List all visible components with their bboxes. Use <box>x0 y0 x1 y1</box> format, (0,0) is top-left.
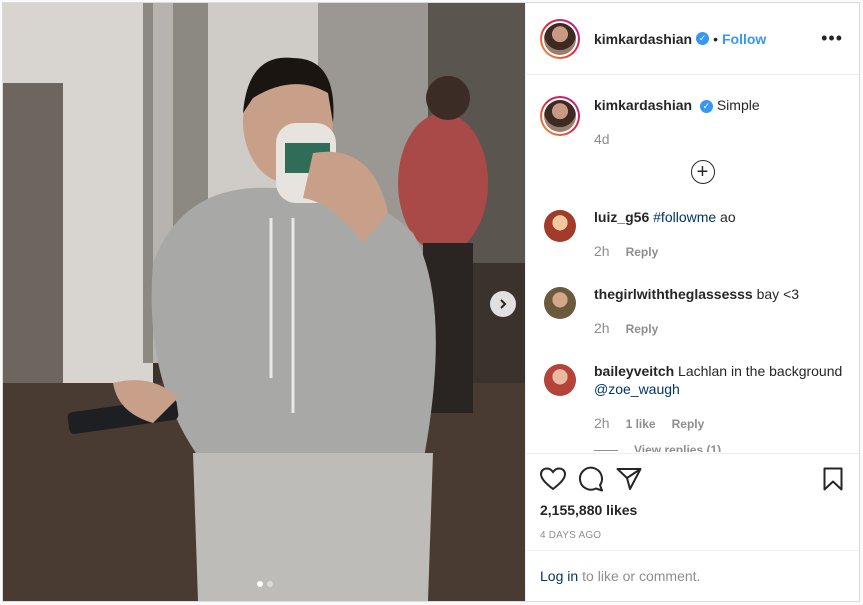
caption-age: 4d <box>594 131 610 147</box>
carousel-dot <box>267 581 273 587</box>
commenter-avatar[interactable] <box>544 287 576 319</box>
comment-item: baileyveitch Lachlan in the background @… <box>540 362 843 452</box>
chevron-right-icon <box>500 299 507 309</box>
bookmark-icon[interactable] <box>823 467 843 491</box>
caption: kimkardashian ✓ Simple 4d <box>540 96 843 148</box>
login-link[interactable]: Log in <box>540 568 578 584</box>
login-prompt-text: to like or comment. <box>582 568 701 584</box>
verified-badge-icon: ✓ <box>699 100 713 113</box>
commenter-avatar[interactable] <box>544 210 576 242</box>
comment-age: 2h <box>594 415 610 431</box>
login-prompt: Log in to like or comment. <box>526 550 859 601</box>
carousel-dot-active <box>257 581 263 587</box>
comment-age: 2h <box>594 320 610 336</box>
caption-text: Simple <box>716 97 760 113</box>
follow-button[interactable]: Follow <box>722 31 766 47</box>
paper-plane-icon[interactable] <box>616 467 642 491</box>
verified-badge-icon: ✓ <box>696 32 710 45</box>
plus-circle-icon[interactable]: + <box>690 160 715 184</box>
comment-text: bay <3 <box>756 286 800 302</box>
more-options-icon[interactable]: ••• <box>821 28 843 49</box>
likes-count[interactable]: 2,155,880 likes <box>540 502 843 518</box>
instagram-post: kimkardashian ✓ • Follow ••• kimkardashi… <box>2 2 860 602</box>
post-timestamp[interactable]: 4 DAYS AGO <box>540 530 843 541</box>
view-replies-label: View replies (1) <box>634 443 722 452</box>
comment-text: ao <box>716 209 736 225</box>
replies-divider <box>594 449 618 451</box>
post-media[interactable] <box>3 3 525 601</box>
commenter-avatar[interactable] <box>544 364 576 396</box>
comment-username[interactable]: luiz_g56 <box>594 209 649 225</box>
comments-list[interactable]: kimkardashian ✓ Simple 4d + luiz_g56 #fo… <box>526 76 859 452</box>
caption-avatar[interactable] <box>540 96 580 136</box>
comment-hashtag[interactable]: #followme <box>653 209 716 225</box>
post-sidebar: kimkardashian ✓ • Follow ••• kimkardashi… <box>525 3 859 601</box>
comment-username[interactable]: baileyveitch <box>594 363 674 379</box>
reply-button[interactable]: Reply <box>672 415 705 433</box>
comment-item: thegirlwiththeglassesss bay <3 2h Reply <box>540 285 843 338</box>
next-slide-button[interactable] <box>490 291 516 317</box>
caption-username[interactable]: kimkardashian <box>594 97 692 113</box>
author-avatar[interactable] <box>540 18 580 59</box>
comment-text: Lachlan in the background <box>678 363 843 379</box>
comment-item: luiz_g56 #followme ao 2h Reply <box>540 208 843 261</box>
header-separator: • <box>713 30 718 47</box>
reply-button[interactable]: Reply <box>626 243 659 261</box>
post-actions: 2,155,880 likes 4 DAYS AGO <box>526 453 859 541</box>
comment-username[interactable]: thegirlwiththeglassesss <box>594 286 753 302</box>
author-username[interactable]: kimkardashian <box>594 31 692 47</box>
reply-button[interactable]: Reply <box>626 320 659 338</box>
comment-mention[interactable]: @zoe_waugh <box>594 381 680 397</box>
carousel-indicator <box>257 581 273 587</box>
heart-icon[interactable] <box>540 467 566 491</box>
comment-age: 2h <box>594 243 610 259</box>
caption-body: kimkardashian ✓ Simple 4d <box>594 96 760 148</box>
view-replies-button[interactable]: View replies (1) <box>594 441 843 452</box>
comment-likes[interactable]: 1 like <box>626 415 656 433</box>
comment-bubble-icon[interactable] <box>578 466 604 492</box>
post-photo <box>3 3 525 601</box>
post-header: kimkardashian ✓ • Follow ••• <box>526 3 859 75</box>
